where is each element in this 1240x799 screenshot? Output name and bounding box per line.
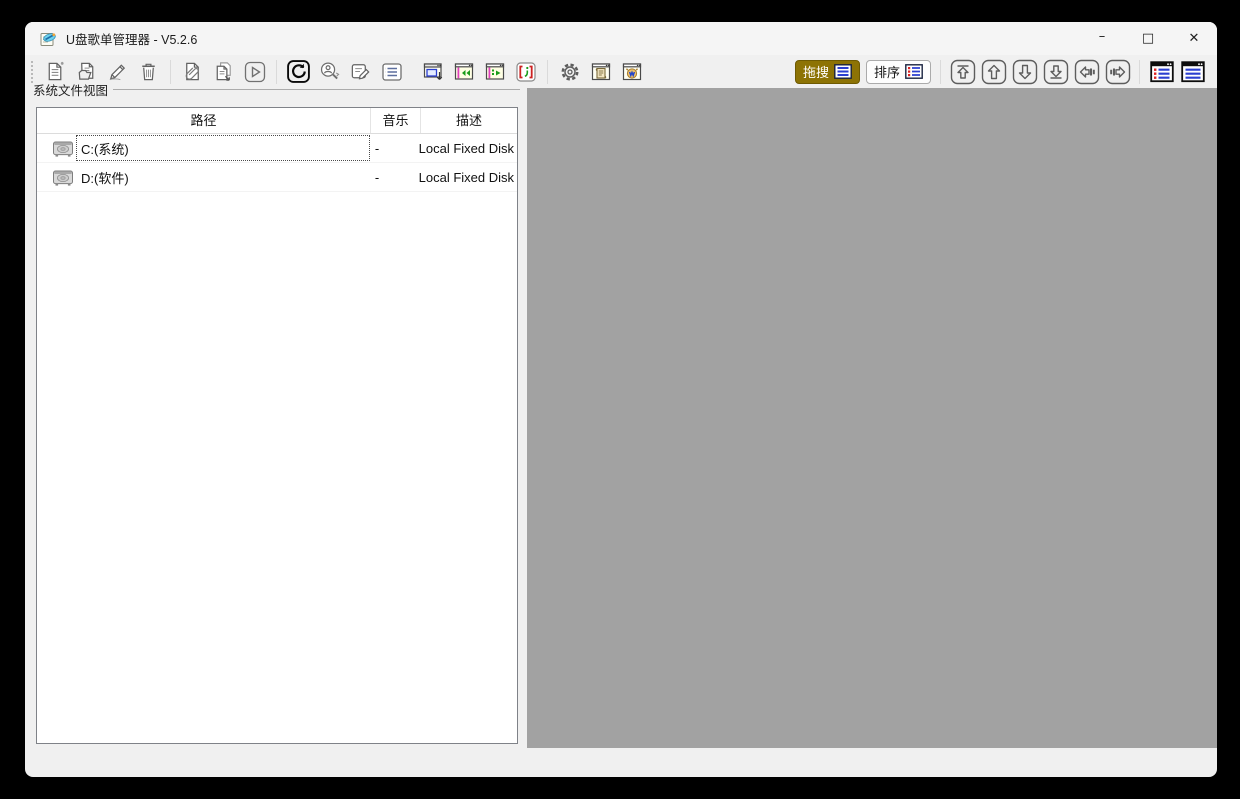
user-search-icon xyxy=(318,60,341,83)
focus-rect xyxy=(76,135,370,161)
toolbar-separator xyxy=(170,60,171,84)
cell-path: D:(软件) xyxy=(37,163,369,191)
toolbar-separator xyxy=(1139,60,1140,84)
sort-label: 排序 xyxy=(874,62,900,81)
groupbox-line xyxy=(113,89,520,90)
sort-toggle[interactable]: 排序 xyxy=(866,60,931,84)
list-icon xyxy=(380,60,404,84)
table-row-drive-c[interactable]: C:(系统) - Local Fixed Disk xyxy=(37,134,517,163)
web-window-icon xyxy=(620,60,644,84)
app-logo-icon xyxy=(40,31,57,47)
cell-description: Local Fixed Disk xyxy=(419,141,517,156)
file-panel-caption: 系统文件视图 xyxy=(33,82,520,96)
app-window: U盘歌单管理器 - V5.2.6 – □ ✕ xyxy=(25,22,1217,777)
table-header: 路径 音乐 描述 xyxy=(37,108,517,134)
drive-label: D:(软件) xyxy=(81,168,129,187)
move-top-icon xyxy=(950,59,976,85)
move-bottom-icon xyxy=(1043,59,1069,85)
hard-drive-icon xyxy=(52,139,74,158)
playlist-content-area[interactable] xyxy=(527,88,1217,748)
column-header-music[interactable]: 音乐 xyxy=(371,108,421,133)
minimize-button[interactable]: – xyxy=(1079,22,1125,55)
playlist-window-button[interactable] xyxy=(1148,58,1176,86)
export-window-icon xyxy=(421,60,445,84)
maximize-button[interactable]: □ xyxy=(1125,22,1171,55)
move-down-icon xyxy=(1012,59,1038,85)
move-up-icon xyxy=(981,59,1007,85)
sort-list-icon xyxy=(905,64,923,79)
move-left-icon xyxy=(1074,59,1100,85)
drag-search-label: 拖搜 xyxy=(803,62,829,81)
toolbar-separator xyxy=(276,60,277,84)
move-right-icon xyxy=(1105,59,1131,85)
system-file-table: 路径 音乐 描述 C:(系统) - Local Fixed Disk xyxy=(36,107,518,744)
move-bottom-button[interactable] xyxy=(1042,58,1070,86)
toolbar-separator xyxy=(547,60,548,84)
text-window-icon xyxy=(1181,61,1205,83)
gear-icon xyxy=(558,60,582,84)
column-header-path[interactable]: 路径 xyxy=(37,108,371,133)
toolbar-right-cluster: 拖搜 排序 xyxy=(792,58,1208,86)
cell-description: Local Fixed Disk xyxy=(419,170,517,185)
copy-document-icon xyxy=(212,60,235,83)
drag-search-toggle[interactable]: 拖搜 xyxy=(795,60,860,84)
window-title: U盘歌单管理器 - V5.2.6 xyxy=(66,29,197,48)
website-button[interactable] xyxy=(618,58,646,86)
cell-music: - xyxy=(369,141,419,156)
play-icon xyxy=(243,60,267,84)
toolbar-separator xyxy=(940,60,941,84)
log-button[interactable] xyxy=(587,58,615,86)
close-button[interactable]: ✕ xyxy=(1171,22,1217,55)
table-row-drive-d[interactable]: D:(软件) - Local Fixed Disk xyxy=(37,163,517,192)
file-panel-title: 系统文件视图 xyxy=(33,80,108,99)
window-rewind-icon xyxy=(452,60,476,84)
titlebar: U盘歌单管理器 - V5.2.6 – □ ✕ xyxy=(25,22,1217,55)
cell-music: - xyxy=(369,170,419,185)
column-header-description[interactable]: 描述 xyxy=(421,108,517,133)
hard-drive-icon xyxy=(52,168,74,187)
window-play-icon xyxy=(483,60,507,84)
move-right-button[interactable] xyxy=(1104,58,1132,86)
playlist-window-icon xyxy=(1150,61,1174,83)
log-window-icon xyxy=(589,60,613,84)
edit-pencil-icon xyxy=(106,60,129,83)
move-up-button[interactable] xyxy=(980,58,1008,86)
edit-note-icon xyxy=(349,60,372,83)
drag-search-list-icon xyxy=(834,64,852,79)
script-icon xyxy=(514,60,538,84)
move-left-button[interactable] xyxy=(1073,58,1101,86)
move-down-button[interactable] xyxy=(1011,58,1039,86)
text-window-button[interactable] xyxy=(1179,58,1207,86)
attach-document-icon xyxy=(181,60,204,83)
move-top-button[interactable] xyxy=(949,58,977,86)
trash-icon xyxy=(137,60,160,83)
refresh-icon xyxy=(286,59,311,84)
settings-button[interactable] xyxy=(556,58,584,86)
